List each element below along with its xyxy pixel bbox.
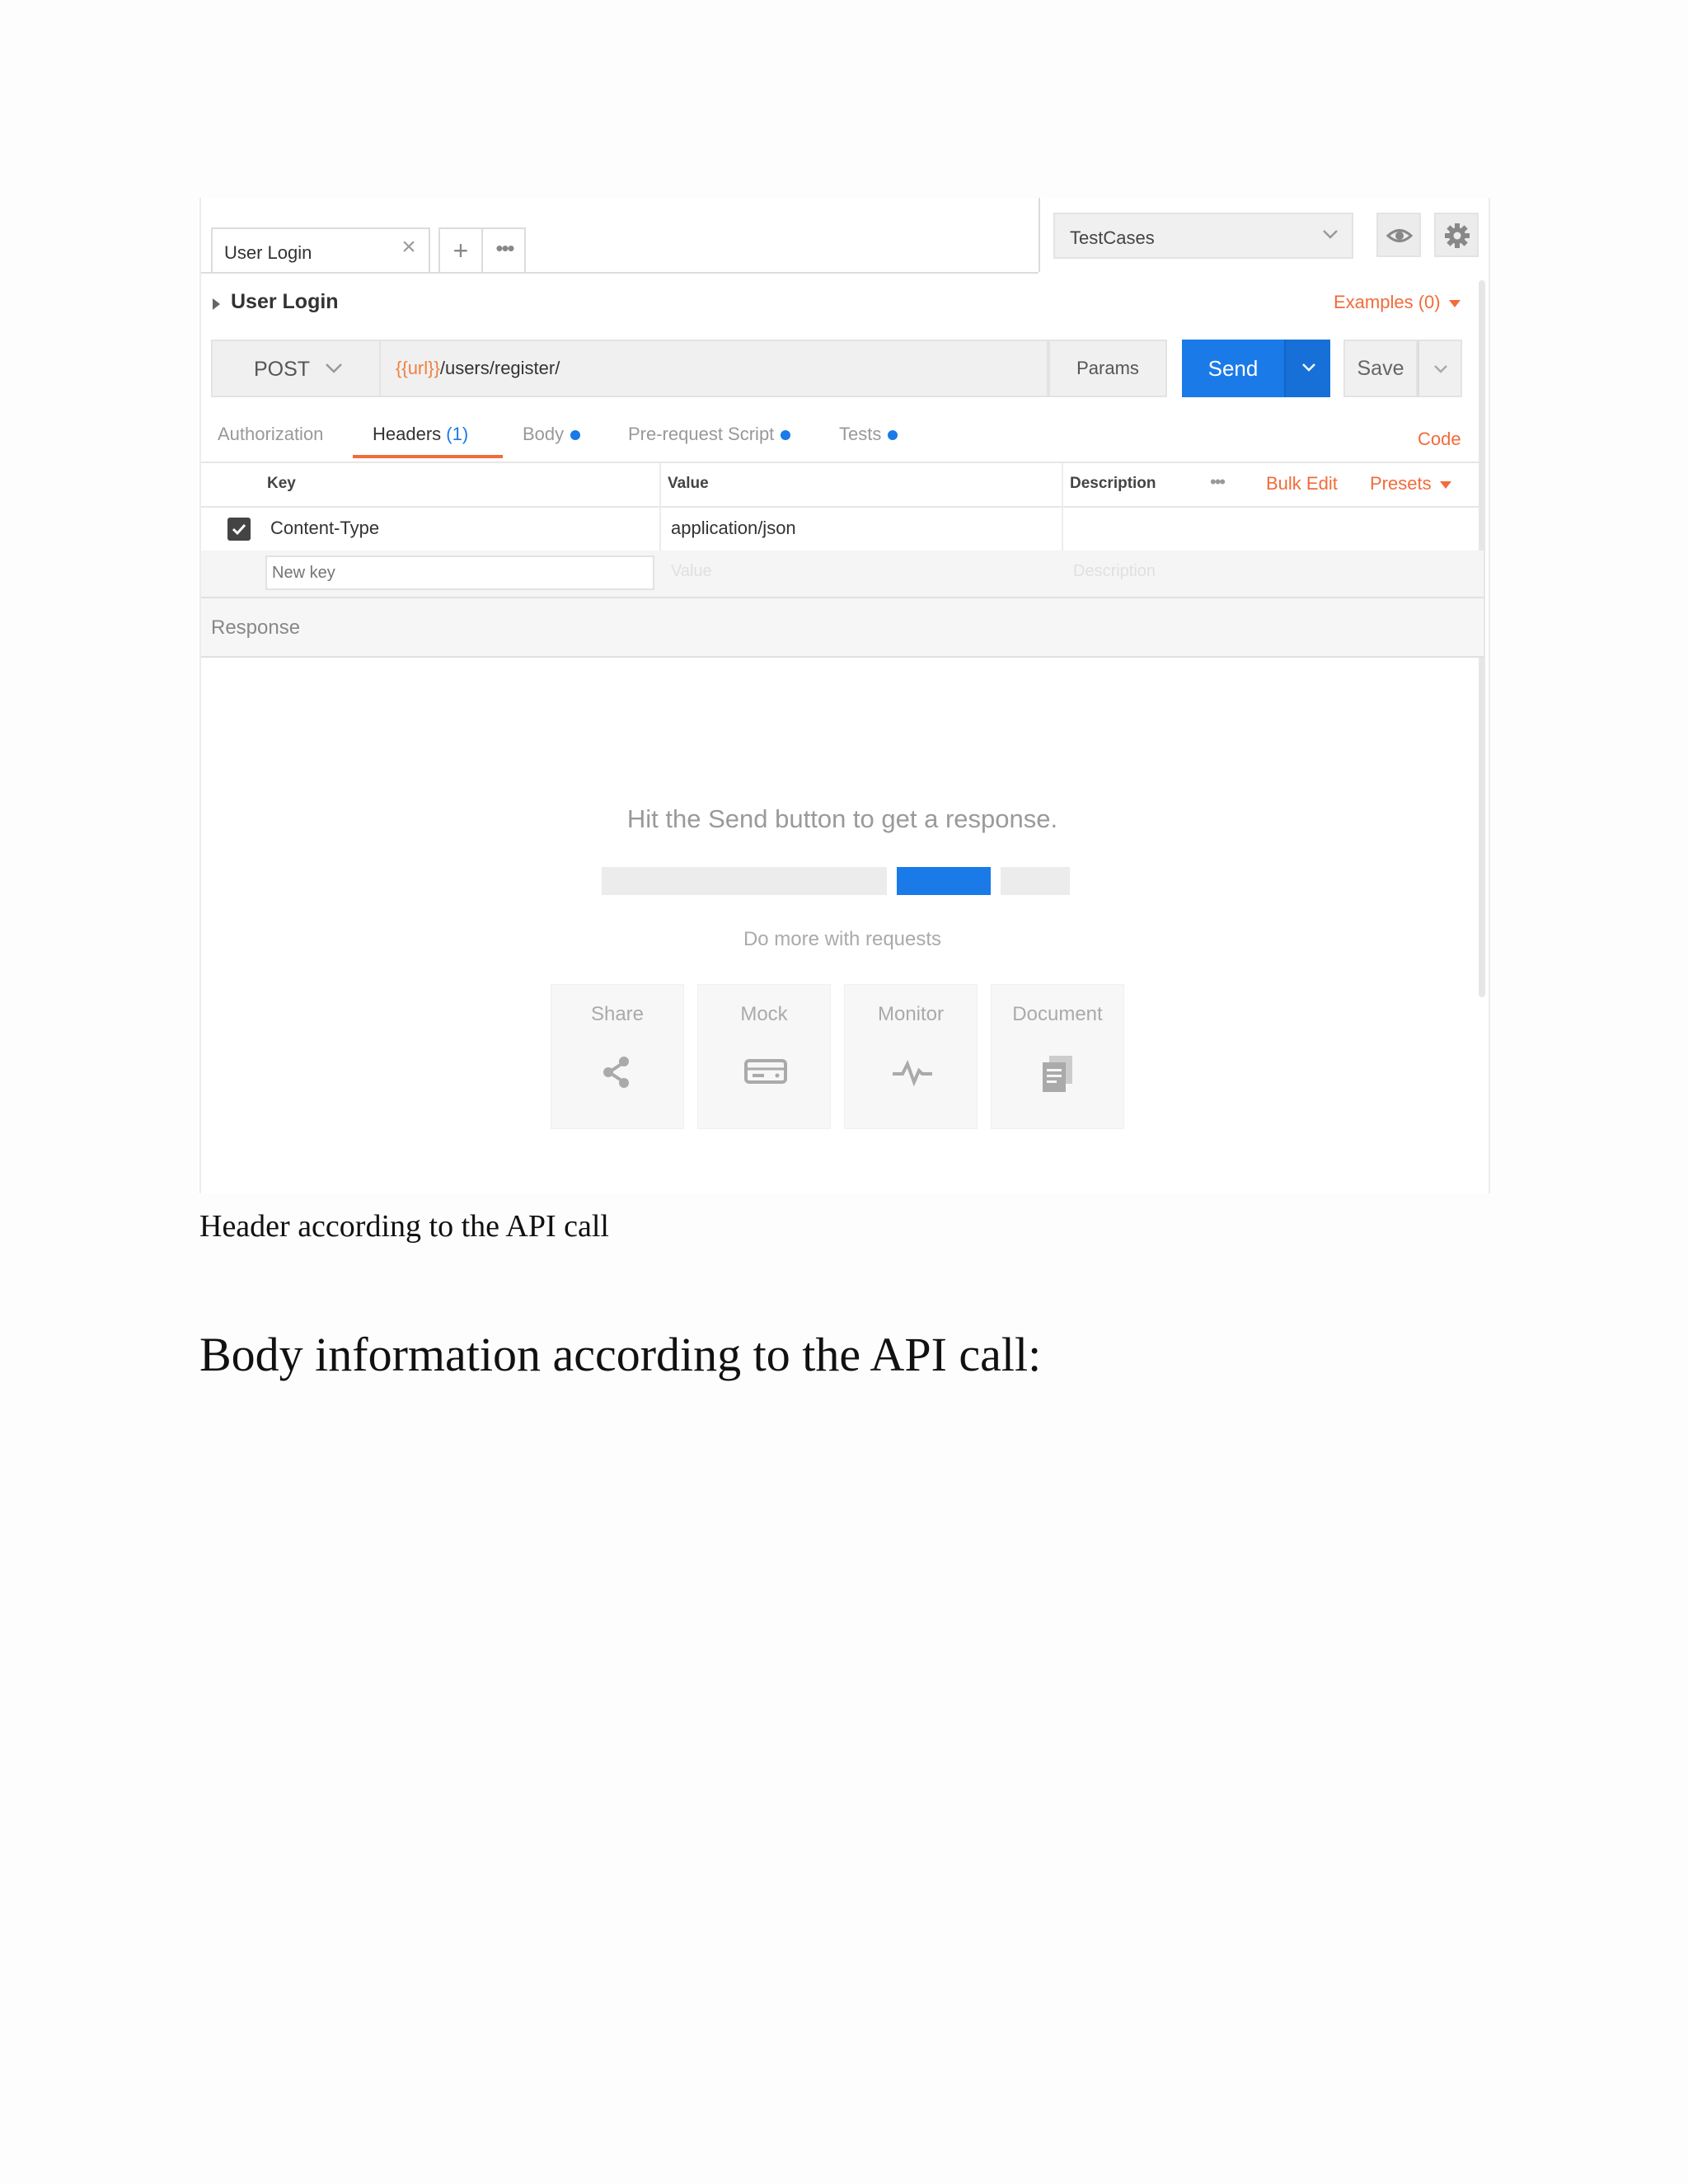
tab-prerequest-label: Pre-request Script [628,424,775,444]
illustration-save-button [1001,867,1070,895]
response-label: Response [211,616,301,639]
postman-screenshot: User Login × + ••• TestCases User Login … [199,198,1490,1193]
method-select[interactable]: POST [211,340,381,397]
chevron-down-icon [1323,230,1338,239]
url-path: /users/register/ [439,358,560,378]
divider [1039,198,1040,272]
caret-down-icon [1448,299,1461,307]
url-variable-text: {{url}} [396,358,440,378]
header-enabled-checkbox[interactable] [227,518,251,541]
response-header: Response [201,598,1484,658]
tab-tests-label: Tests [839,424,882,444]
column-key: Key [267,475,296,492]
presets-dropdown[interactable]: Presets [1370,473,1451,494]
chevron-down-icon [1302,363,1315,372]
section-heading: Body information according to the API ca… [199,1328,1042,1381]
more-options-button[interactable]: ••• [1210,471,1226,493]
save-button[interactable]: Save [1343,340,1418,397]
presets-label: Presets [1370,473,1432,494]
caret-right-icon[interactable] [213,298,220,310]
new-description-placeholder[interactable]: Description [1073,562,1156,581]
save-options-button[interactable] [1418,340,1462,397]
send-options-button[interactable] [1284,340,1330,397]
mock-server-icon [744,1059,787,1084]
new-header-row: Value Description [201,551,1484,598]
illustration-url-bar [602,867,887,895]
eye-icon [1386,229,1414,242]
monitor-label: Monitor [877,1003,945,1025]
headers-count: (1) [446,424,469,444]
figure-caption: Header according to the API call [199,1209,609,1244]
request-tab-label: User Login [224,242,312,263]
tab-authorization[interactable]: Authorization [218,424,323,445]
request-tab[interactable]: User Login × [211,227,430,272]
mock-card[interactable]: Mock [697,984,831,1129]
document-card[interactable]: Document [991,984,1124,1129]
do-more-label: Do more with requests [743,928,942,950]
request-name[interactable]: User Login [231,290,339,314]
header-key[interactable]: Content-Type [270,518,379,539]
tab-tools: + ••• [438,227,526,272]
monitor-pulse-icon [893,1059,932,1087]
bulk-edit-link[interactable]: Bulk Edit [1266,473,1338,494]
gear-icon [1445,223,1470,248]
headers-table-head: Key Value Description ••• Bulk Edit Pres… [201,463,1484,508]
chevron-down-icon [1434,365,1447,373]
new-value-placeholder[interactable]: Value [671,562,712,581]
tab-body-label: Body [523,424,565,444]
header-value[interactable]: application/json [671,518,796,539]
share-label: Share [590,1003,645,1025]
tests-indicator-dot [888,430,898,441]
mock-label: Mock [740,1003,788,1025]
share-icon [603,1057,629,1088]
document-icon [1043,1056,1072,1092]
tab-strip: User Login × + ••• [201,198,1039,274]
new-key-input[interactable] [265,555,654,590]
column-description: Description [1070,475,1156,492]
environment-settings-button[interactable] [1434,213,1479,257]
tab-tests[interactable]: Tests [839,424,898,445]
share-card[interactable]: Share [551,984,684,1129]
examples-label: Examples (0) [1334,292,1441,312]
more-tabs-button[interactable]: ••• [483,229,526,272]
monitor-card[interactable]: Monitor [844,984,978,1129]
environment-select[interactable]: TestCases [1053,213,1353,259]
close-icon[interactable]: × [397,235,420,260]
send-button[interactable]: Send [1182,340,1284,397]
prerequest-indicator-dot [781,430,791,441]
params-button[interactable]: Params [1048,340,1167,397]
environment-quick-look-button[interactable] [1376,213,1421,257]
illustration-send-button [897,867,991,895]
tab-body[interactable]: Body [523,424,581,445]
tab-prerequest-script[interactable]: Pre-request Script [628,424,791,445]
environment-label: TestCases [1070,227,1155,248]
url-variable: {{url}}/users/register/ [396,358,560,379]
checkmark-icon [232,523,246,536]
code-link[interactable]: Code [1418,429,1461,450]
body-indicator-dot [570,430,581,441]
active-tab-underline [353,455,503,458]
tab-headers-label: Headers [373,424,442,444]
url-input[interactable]: {{url}}/users/register/ [381,340,1048,397]
method-label: POST [254,358,311,381]
chevron-down-icon [326,363,342,373]
request-subtabs: Authorization Headers (1) Body Pre-reque… [201,412,1484,463]
table-row: Content-Type application/json [201,506,1484,552]
column-value: Value [668,475,709,492]
new-tab-button[interactable]: + [440,229,483,272]
tab-headers[interactable]: Headers (1) [373,424,468,445]
document-label: Document [1012,1003,1103,1025]
examples-dropdown[interactable]: Examples (0) [1334,292,1461,313]
response-hint: Hit the Send button to get a response. [626,804,1058,833]
caret-down-icon [1439,480,1451,489]
